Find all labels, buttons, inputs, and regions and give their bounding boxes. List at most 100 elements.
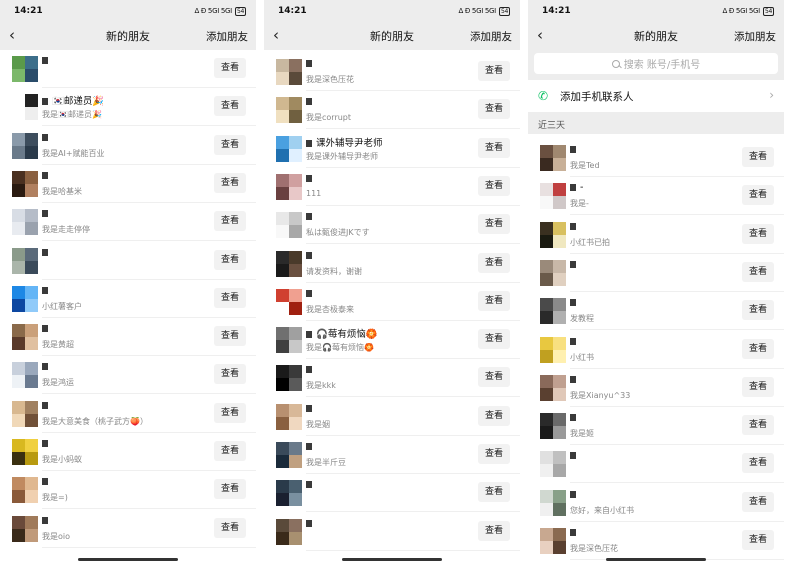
friend-request-row[interactable]: 我是=) 查看 [0,471,256,510]
friend-request-row[interactable]: 查看 [264,474,520,513]
avatar[interactable] [276,59,302,85]
view-button[interactable]: 查看 [742,530,774,550]
avatar[interactable] [12,94,38,121]
view-button[interactable]: 查看 [214,134,246,155]
avatar[interactable] [12,170,38,197]
friend-request-row[interactable]: 查看 [528,254,784,292]
friend-request-row[interactable]: 我是AI+赋能百业 查看 [0,127,256,165]
avatar[interactable] [276,327,302,354]
add-friend-button[interactable]: 添加朋友 [734,29,776,44]
view-button[interactable]: 查看 [478,520,510,541]
friend-request-row[interactable]: 我是姻 查看 [264,398,520,436]
view-button[interactable]: 查看 [214,326,246,347]
view-button[interactable]: 查看 [478,444,510,464]
view-button[interactable]: 查看 [742,415,774,436]
friend-request-row[interactable]: 🇰🇷邮递员🎉 我是🇰🇷邮递员🎉 查看 [0,88,256,127]
friend-request-row[interactable]: 我是Xianyu^33 查看 [528,369,784,407]
friend-request-row[interactable]: 查看 [528,445,784,484]
friend-request-row[interactable]: 小红书已拍 查看 [528,216,784,254]
view-button[interactable]: 查看 [214,96,246,117]
avatar[interactable] [276,173,302,200]
avatar[interactable] [540,489,566,516]
view-button[interactable]: 查看 [214,479,246,500]
view-button[interactable]: 查看 [478,405,510,426]
friend-request-row[interactable]: 私は甄俊进JKです 查看 [264,206,520,245]
view-button[interactable]: 查看 [742,453,774,474]
view-button[interactable]: 查看 [478,175,510,196]
friend-request-row[interactable]: 查看 [0,242,256,280]
friend-request-row[interactable]: 我是黄超 查看 [0,318,256,357]
view-button[interactable]: 查看 [742,223,774,244]
friend-request-row[interactable]: 查看 [264,513,520,551]
friend-request-row[interactable]: 我是大意美食（桃子武方🍑） 查看 [0,395,256,433]
avatar[interactable] [276,212,302,239]
back-icon[interactable]: ‹ [9,27,15,43]
avatar[interactable] [12,362,38,389]
view-button[interactable]: 查看 [214,402,246,423]
friend-request-row[interactable]: 发教程 查看 [528,292,784,331]
avatar[interactable] [12,324,38,351]
avatar[interactable] [276,480,302,507]
view-button[interactable]: 查看 [214,211,246,232]
avatar[interactable] [540,336,566,363]
view-button[interactable]: 查看 [214,364,246,385]
view-button[interactable]: 查看 [478,99,510,120]
friend-request-row[interactable]: 🎧莓有烦恼🏵️ 我是🎧莓有烦恼🏵️ 查看 [264,321,520,360]
friend-request-row[interactable]: 小红薯客户 查看 [0,280,256,318]
view-button[interactable]: 查看 [742,300,774,321]
back-icon[interactable]: ‹ [273,27,279,43]
friend-request-row[interactable]: 小红书 查看 [528,331,784,369]
friend-request-row[interactable]: 我是kkk 查看 [264,359,520,398]
friend-request-row[interactable]: 我是Ted 查看 [528,139,784,177]
add-friend-button[interactable]: 添加朋友 [470,29,512,44]
view-button[interactable]: 查看 [742,376,774,397]
avatar[interactable] [12,285,38,312]
view-button[interactable]: 查看 [478,329,510,350]
friend-request-row[interactable]: 课外辅导尹老师 我是课外辅导尹老师 查看 [264,130,520,168]
avatar[interactable] [276,288,302,315]
friend-request-row[interactable]: 我是小蚂蚁 查看 [0,433,256,471]
avatar[interactable] [276,442,302,468]
avatar[interactable] [12,439,38,465]
friend-request-row[interactable]: 我是鸿运 查看 [0,356,256,395]
view-button[interactable]: 查看 [214,441,246,461]
view-button[interactable]: 查看 [742,338,774,359]
view-button[interactable]: 查看 [478,482,510,503]
view-button[interactable]: 查看 [478,137,510,158]
view-button[interactable]: 查看 [478,290,510,311]
search-input[interactable]: 搜索 账号/手机号 [534,53,778,74]
view-button[interactable]: 查看 [742,261,774,282]
view-button[interactable]: 查看 [478,214,510,235]
friend-request-row[interactable]: 我是corrupt 查看 [264,91,520,130]
avatar[interactable] [540,183,566,210]
friend-request-row[interactable]: 我是半斤豆 查看 [264,436,520,474]
friend-request-row[interactable]: 我是杏极泰来 查看 [264,283,520,321]
view-button[interactable]: 查看 [478,61,510,81]
view-button[interactable]: 查看 [214,287,246,308]
avatar[interactable] [540,145,566,171]
friend-request-row[interactable]: 请发资料，谢谢 查看 [264,245,520,283]
avatar[interactable] [12,209,38,236]
friend-request-row[interactable]: - 我是- 查看 [528,177,784,216]
avatar[interactable] [12,132,38,159]
friend-request-row[interactable]: 我是姬 查看 [528,407,784,446]
view-button[interactable]: 查看 [742,185,774,206]
friend-request-row[interactable]: 您好，来自小红书 查看 [528,484,784,522]
avatar[interactable] [12,56,38,82]
avatar[interactable] [12,477,38,504]
view-button[interactable]: 查看 [742,147,774,167]
avatar[interactable] [276,97,302,124]
view-button[interactable]: 查看 [214,58,246,78]
view-button[interactable]: 查看 [214,172,246,193]
view-button[interactable]: 查看 [214,249,246,270]
view-button[interactable]: 查看 [214,517,246,538]
add-phone-contacts-row[interactable]: ✆ 添加手机联系人 › [528,80,784,112]
friend-request-row[interactable]: 我是走走停停 查看 [0,203,256,242]
avatar[interactable] [540,413,566,440]
friend-request-row[interactable]: 我是哈基米 查看 [0,165,256,203]
view-button[interactable]: 查看 [478,252,510,273]
avatar[interactable] [12,247,38,274]
avatar[interactable] [276,365,302,392]
avatar[interactable] [540,374,566,401]
avatar[interactable] [276,403,302,430]
